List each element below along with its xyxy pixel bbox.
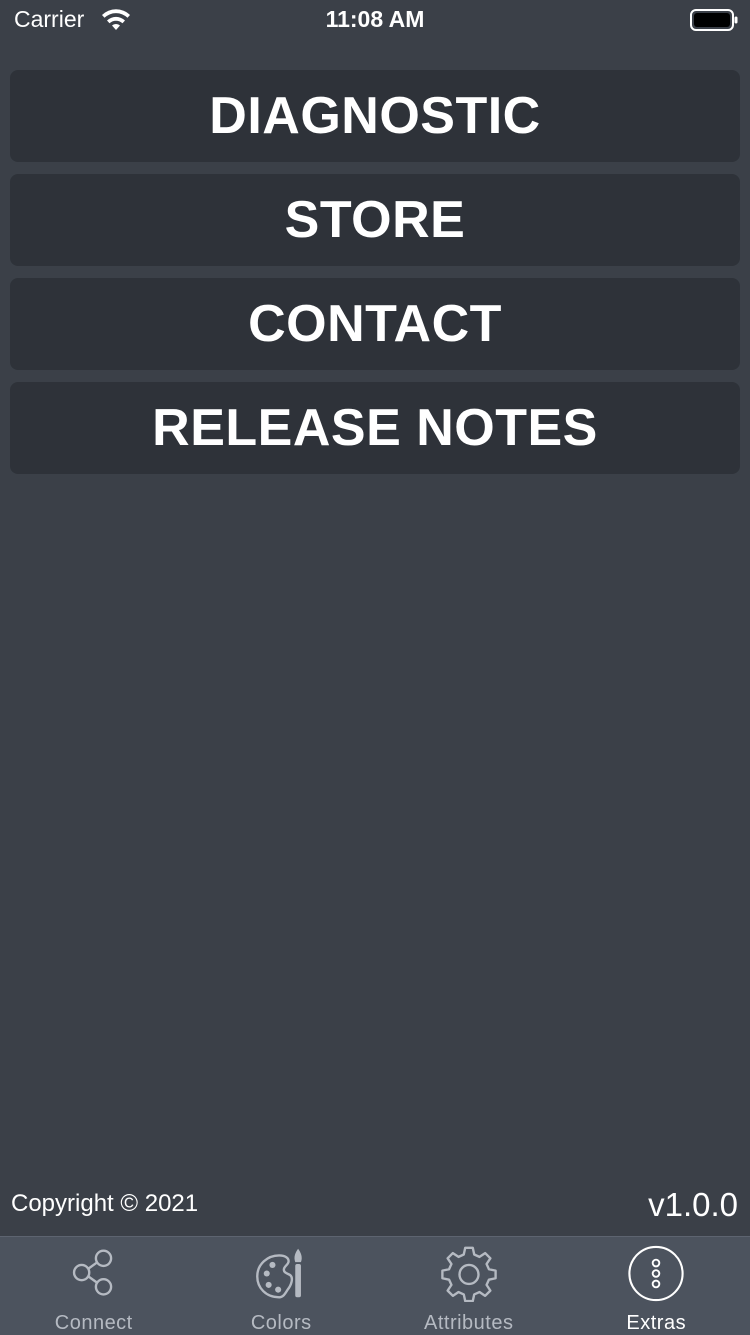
tab-extras[interactable]: Extras — [563, 1237, 750, 1335]
release-notes-button[interactable]: RELEASE NOTES — [10, 382, 740, 474]
tab-attributes[interactable]: Attributes — [375, 1237, 563, 1335]
status-bar: Carrier 11:08 AM — [0, 0, 750, 40]
extras-menu: DIAGNOSTIC STORE CONTACT RELEASE NOTES — [10, 70, 740, 486]
status-time: 11:08 AM — [0, 6, 750, 33]
gear-icon — [439, 1245, 499, 1302]
tab-colors[interactable]: Colors — [188, 1237, 376, 1335]
tab-connect-label: Connect — [55, 1312, 133, 1335]
battery-icon — [690, 8, 738, 32]
contact-button[interactable]: CONTACT — [10, 278, 740, 370]
tab-connect[interactable]: Connect — [0, 1237, 188, 1335]
more-dots-icon — [626, 1245, 686, 1302]
store-button[interactable]: STORE — [10, 174, 740, 266]
diagnostic-button[interactable]: DIAGNOSTIC — [10, 70, 740, 162]
palette-icon — [251, 1245, 311, 1302]
tab-extras-label: Extras — [626, 1312, 686, 1335]
version-label: v1.0.0 — [648, 1186, 738, 1224]
copyright-text: Copyright © 2021 — [11, 1190, 198, 1218]
tab-bar: Connect Colors Attributes — [0, 1236, 750, 1335]
share-nodes-icon — [64, 1245, 124, 1302]
tab-attributes-label: Attributes — [424, 1312, 513, 1335]
tab-colors-label: Colors — [251, 1312, 312, 1335]
